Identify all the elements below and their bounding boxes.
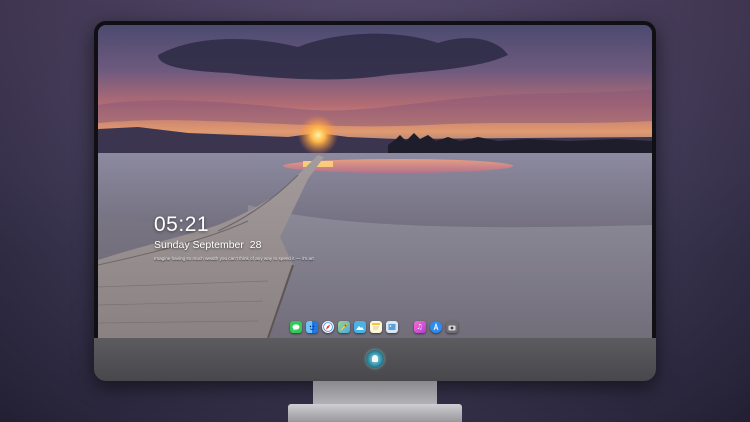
finder-icon[interactable] xyxy=(305,321,318,333)
monitor: 05:21 Sunday September 28 Imagine having… xyxy=(94,21,656,381)
photos-icon[interactable] xyxy=(353,321,366,333)
desktop-screen: 05:21 Sunday September 28 Imagine having… xyxy=(98,25,652,338)
dock: ♫ xyxy=(288,319,459,335)
maps-icon[interactable] xyxy=(337,321,350,333)
lock-screen-time: 05:21 xyxy=(154,213,210,236)
monitor-chin xyxy=(94,338,656,381)
monitor-stand-base xyxy=(288,404,462,422)
messages-icon[interactable] xyxy=(289,321,302,333)
lock-screen-date: Sunday September 28 xyxy=(154,239,262,251)
safari-icon[interactable] xyxy=(321,321,334,333)
wallpaper xyxy=(98,25,652,338)
lock-screen-note: Imagine having so much wealth you can't … xyxy=(154,256,314,261)
preview-icon[interactable] xyxy=(385,321,398,333)
camera-icon[interactable] xyxy=(445,321,458,333)
alien-logo-icon xyxy=(366,350,384,368)
notes-icon[interactable] xyxy=(369,321,382,333)
app-store-icon[interactable] xyxy=(429,321,442,333)
music-icon[interactable]: ♫ xyxy=(413,321,426,333)
